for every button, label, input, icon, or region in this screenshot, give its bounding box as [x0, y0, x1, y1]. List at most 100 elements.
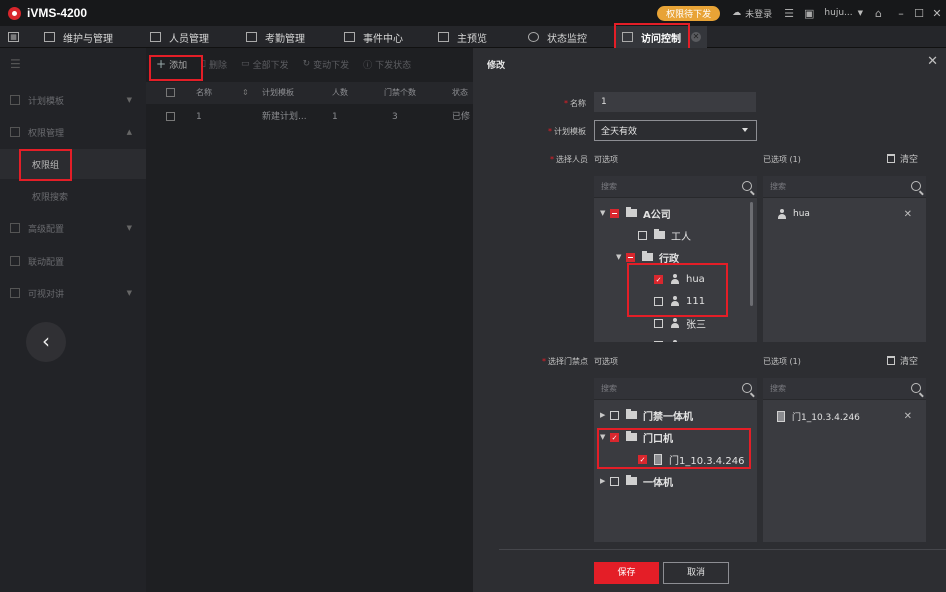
tree-node-door-group3[interactable]: ▶ 一体机 — [600, 472, 673, 490]
alarm-icon — [344, 32, 355, 42]
selected-doors-search-input[interactable]: 搜索 — [763, 378, 926, 400]
tree-node-company[interactable]: ▼ A公司 — [600, 204, 671, 222]
tree-node-worker[interactable]: 工人 — [638, 226, 691, 244]
checkbox[interactable] — [654, 340, 663, 342]
tab-maintenance[interactable]: 维护与管理 — [44, 26, 113, 48]
door-search-input[interactable]: 搜索 — [594, 378, 757, 400]
chevron-up-icon: ▲ — [126, 128, 132, 136]
apply-icon: ▭ — [241, 59, 250, 69]
lock-icon[interactable]: ⌂ — [875, 7, 882, 20]
save-button[interactable]: 保存 — [594, 562, 659, 584]
tree-node-person-partial[interactable] — [654, 336, 686, 342]
selected-people-count: 已选项 (1) — [763, 155, 801, 164]
apply-all-button[interactable]: ▭ 全部下发 — [241, 58, 289, 71]
checkbox[interactable] — [610, 410, 619, 420]
app-logo: iVMS-4200 — [8, 6, 87, 20]
control-panel-tab[interactable]: ▦ — [8, 26, 27, 48]
search-icon[interactable] — [911, 181, 921, 191]
tab-main-preview[interactable]: 主预览 — [438, 26, 487, 48]
schedule-icon — [10, 95, 20, 105]
checkbox[interactable] — [654, 318, 663, 328]
row-people: 1 — [332, 112, 338, 122]
sidebar-item-permission-management[interactable]: 权限管理 ▲ — [0, 116, 146, 148]
person-search-input[interactable]: 搜索 — [594, 176, 757, 198]
expand-arrow-icon[interactable]: ▶ — [600, 477, 610, 485]
selected-person-item[interactable]: hua ✕ — [763, 204, 926, 224]
template-select[interactable]: 全天有效 — [594, 120, 757, 141]
tab-event-center[interactable]: 事件中心 — [344, 26, 403, 48]
chevron-down-icon: ▼ — [126, 289, 132, 297]
folder-icon — [626, 207, 637, 217]
expand-arrow-icon[interactable]: ▼ — [600, 209, 610, 217]
name-input[interactable]: 1 — [594, 92, 756, 112]
column-header-status[interactable]: 状态 — [452, 82, 468, 104]
scrollbar[interactable] — [750, 202, 753, 306]
column-header-template[interactable]: 计划模板 — [262, 82, 294, 104]
select-all-checkbox[interactable] — [166, 88, 175, 97]
refresh-icon: ↻ — [302, 59, 311, 69]
sidebar-item-video-intercom[interactable]: 可视对讲 ▼ — [0, 277, 146, 309]
login-status[interactable]: ☁ 未登录 — [732, 7, 772, 20]
app-title: iVMS-4200 — [27, 6, 88, 20]
search-icon[interactable] — [742, 181, 752, 191]
table-row[interactable]: 1 新建计划... 1 3 已修 — [146, 106, 473, 128]
selected-doors-panel: 搜索 门1_10.3.4.246 ✕ — [763, 378, 926, 542]
expand-arrow-icon[interactable]: ▼ — [616, 253, 626, 261]
edit-dialog: 修改 ✕ * 名称 1 * 计划模板 全天有效 * 选择人员 可选项 已选项 (1) … — [473, 48, 946, 592]
maximize-button[interactable]: ☐ — [910, 7, 928, 20]
row-checkbox[interactable] — [166, 112, 175, 121]
trash-icon — [887, 154, 895, 163]
image-icon[interactable]: ▣ — [804, 7, 814, 20]
apply-status-button[interactable]: ⓘ 下发状态 — [363, 58, 411, 71]
tree-node-door-group1[interactable]: ▶ 门禁一体机 — [600, 406, 693, 424]
sidebar-item-advanced-config[interactable]: 高级配置 ▼ — [0, 212, 146, 244]
tab-person-management[interactable]: 人员管理 — [150, 26, 209, 48]
sidebar-item-schedule[interactable]: 计划模板 ▼ — [0, 84, 146, 116]
lock-icon — [10, 127, 20, 137]
highlight-box — [19, 149, 72, 181]
chevron-down-icon: ▼ — [857, 9, 864, 17]
partial-checkbox[interactable] — [610, 208, 619, 218]
tab-status-monitor[interactable]: 状态监控 — [528, 26, 587, 48]
sort-icon[interactable]: ⇕ — [242, 82, 249, 104]
minimize-button[interactable]: – — [892, 7, 910, 20]
checkbox[interactable] — [638, 230, 647, 240]
search-icon[interactable] — [742, 383, 752, 393]
search-icon[interactable] — [911, 383, 921, 393]
collapse-arrow-icon[interactable]: ‹ — [26, 322, 66, 362]
close-icon[interactable]: ✕ — [927, 54, 938, 69]
chevron-down-icon: ▼ — [126, 96, 132, 104]
highlight-box — [597, 428, 751, 469]
remove-icon[interactable]: ✕ — [904, 411, 912, 422]
column-header-people[interactable]: 人数 — [332, 82, 348, 104]
remove-icon[interactable]: ✕ — [904, 209, 912, 220]
apply-changes-button[interactable]: ↻ 变动下发 — [303, 58, 350, 71]
sidebar-item-linkage-config[interactable]: 联动配置 — [0, 245, 146, 277]
list-icon[interactable]: ☰ — [784, 7, 794, 20]
linkage-icon — [10, 256, 20, 266]
column-header-doors[interactable]: 门禁个数 — [384, 82, 416, 104]
selected-door-item[interactable]: 门1_10.3.4.246 ✕ — [763, 406, 926, 426]
calendar-icon — [246, 32, 257, 42]
selected-people-search-input[interactable]: 搜索 — [763, 176, 926, 198]
clear-doors-button[interactable]: 清空 — [887, 354, 918, 367]
column-header-name[interactable]: 名称 — [196, 82, 212, 104]
cancel-button[interactable]: 取消 — [663, 562, 729, 584]
pending-permission-badge[interactable]: 权限待下发 — [657, 5, 721, 21]
menu-icon[interactable]: ☰ — [10, 57, 21, 71]
expand-arrow-icon[interactable]: ▶ — [600, 411, 610, 419]
folder-icon — [654, 229, 665, 239]
person-icon — [777, 209, 787, 219]
partial-checkbox[interactable] — [626, 252, 635, 262]
close-tab-icon[interactable]: ✕ — [691, 32, 701, 42]
sidebar-item-permission-search[interactable]: 权限搜索 — [0, 181, 146, 211]
person-icon — [670, 340, 680, 342]
user-menu[interactable]: huju... ▼ — [824, 8, 863, 18]
status-icon — [528, 32, 539, 42]
delete-button[interactable]: ▯ 删除 — [201, 58, 227, 71]
intercom-icon — [10, 288, 20, 298]
close-window-button[interactable]: ✕ — [928, 7, 946, 20]
tab-attendance[interactable]: 考勤管理 — [246, 26, 305, 48]
clear-people-button[interactable]: 清空 — [887, 152, 918, 165]
checkbox[interactable] — [610, 476, 619, 486]
